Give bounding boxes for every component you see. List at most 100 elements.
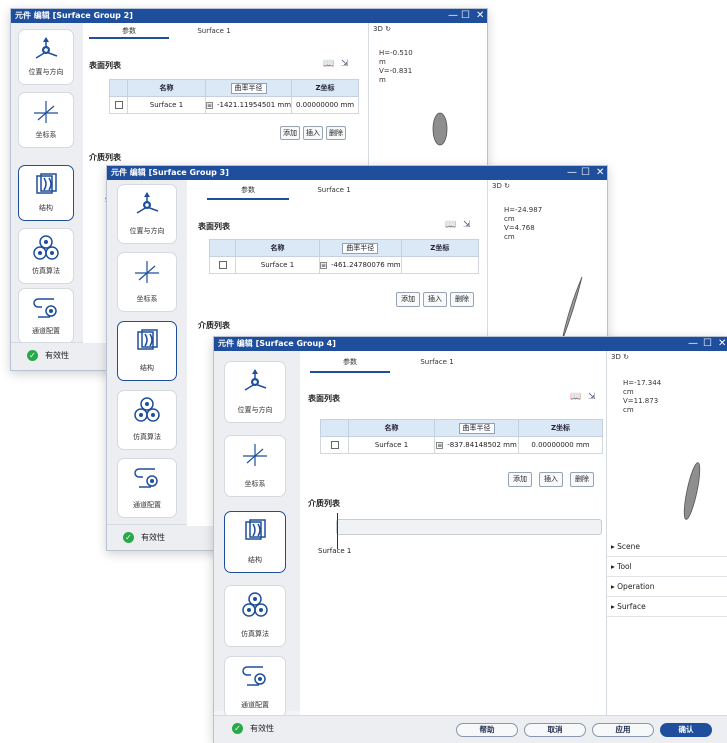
insert-button[interactable]: 插入 [303,126,323,140]
insert-button[interactable]: 插入 [423,292,447,307]
refresh-icon[interactable]: ↻ [623,353,629,361]
row-z[interactable]: 0.00000000 mm [291,96,359,114]
col-header-name: 名称 [348,419,435,437]
tab-params[interactable]: 参数 [207,180,289,200]
radius-column-dropdown[interactable]: 曲率半径 [342,242,379,254]
ok-button[interactable]: 确认 [660,723,712,737]
cancel-button[interactable]: 取消 [524,723,586,737]
row-z[interactable]: 0.00000000 mm [518,436,603,454]
tab-params[interactable]: 参数 [89,23,169,39]
row-radius-cell[interactable]: ≡ -461.24780076 mm [319,256,402,274]
window-titlebar[interactable]: 元件 编辑 [Surface Group 3] [107,166,607,180]
col-header-radius[interactable]: 曲率半径 [319,239,402,257]
radius-column-dropdown[interactable]: 曲率半径 [230,82,267,94]
sidebar-item-channel[interactable]: 通道配置 [117,458,177,518]
sidebar-item-structure[interactable]: 结构 [117,321,177,381]
tab-surface-1[interactable]: Surface 1 [289,180,379,200]
3d-coordinate-info: H=-17.344 cm V=11.873 cm [623,379,662,414]
sidebar-item-position[interactable]: 位置与方向 [224,361,286,423]
book-icon[interactable]: 📖 [323,59,334,69]
table-row[interactable]: Surface 1 ≡ -837.84148502 mm 0.00000000 m… [320,436,603,454]
table-row[interactable]: Surface 1 ≡ -1421.11954501 mm 0.00000000 … [109,96,359,114]
tab-surface-1[interactable]: Surface 1 [392,351,482,373]
row-radius[interactable]: -837.84148502 mm [447,441,517,449]
row-radius-cell[interactable]: ≡ -837.84148502 mm [434,436,519,454]
add-button[interactable]: 添加 [280,126,300,140]
delete-button[interactable]: 删除 [450,292,474,307]
medium-track[interactable] [336,519,602,535]
tab-params[interactable]: 参数 [310,351,390,373]
surface-list-heading: 表面列表 [198,222,230,231]
row-checkbox[interactable] [330,441,339,449]
minimize-button[interactable]: — [688,337,698,351]
sidebar-item-simulation[interactable]: 仿真算法 [18,228,74,284]
property-tool[interactable]: ▸ Tool [607,557,727,577]
book-icon[interactable]: 📖 [570,392,581,402]
sidebar-item-position[interactable]: 位置与方向 [18,29,74,85]
row-checkbox[interactable] [114,101,123,109]
close-button[interactable]: ✕ [718,337,726,351]
mode-icon[interactable]: ≡ [436,441,444,449]
window-titlebar[interactable]: 元件 编辑 [Surface Group 2] [11,9,487,23]
row-checkbox[interactable] [218,261,227,269]
add-button[interactable]: 添加 [396,292,420,307]
sidebar-item-simulation[interactable]: 仿真算法 [117,390,177,450]
table-row[interactable]: Surface 1 ≡ -461.24780076 mm [209,256,480,274]
row-radius-cell[interactable]: ≡ -1421.11954501 mm [204,96,293,114]
sidebar-item-coordinates[interactable]: 坐标系 [117,252,177,312]
expand-triangle-icon: ▸ [611,542,615,551]
insert-button[interactable]: 插入 [539,472,563,487]
sidebar-item-position[interactable]: 位置与方向 [117,184,177,244]
minimize-button[interactable]: — [567,166,577,180]
help-button[interactable]: 帮助 [456,723,518,737]
window-title: 元件 编辑 [Surface Group 4] [218,339,336,348]
tab-surface-1[interactable]: Surface 1 [169,23,259,39]
row-z[interactable] [400,256,480,274]
lens-shape [683,462,701,520]
sidebar-item-label: 坐标系 [35,131,57,139]
coordinate-system-icon [243,444,267,466]
minimize-button[interactable]: — [448,9,458,23]
table-header-row: 名称 曲率半径 Z坐标 [320,419,603,437]
sidebar-item-structure[interactable]: 结构 [18,165,74,221]
sidebar-item-simulation[interactable]: 仿真算法 [224,585,286,647]
sidebar-item-coordinates[interactable]: 坐标系 [18,92,74,148]
sidebar-item-coordinates[interactable]: 坐标系 [224,435,286,497]
delete-button[interactable]: 删除 [570,472,594,487]
refresh-icon[interactable]: ↻ [504,182,510,190]
sidebar: 位置与方向 坐标系 结构 仿真算法 通道配置 [107,180,187,526]
col-header-name: 名称 [127,79,206,97]
mode-icon[interactable]: ≡ [206,101,213,109]
close-button[interactable]: ✕ [596,166,604,180]
export-icon[interactable]: ⇲ [463,220,471,230]
apply-button[interactable]: 应用 [592,723,654,737]
col-header-radius[interactable]: 曲率半径 [434,419,519,437]
row-name[interactable]: Surface 1 [127,96,206,114]
maximize-button[interactable]: ☐ [581,166,590,180]
mode-icon[interactable]: ≡ [320,261,327,269]
delete-button[interactable]: 删除 [326,126,346,140]
add-button[interactable]: 添加 [508,472,532,487]
window-titlebar[interactable]: 元件 编辑 [Surface Group 4] [214,337,727,351]
maximize-button[interactable]: ☐ [703,337,712,351]
sidebar-item-channel[interactable]: 通道配置 [224,656,286,718]
sidebar-item-channel[interactable]: 通道配置 [18,288,74,344]
row-name[interactable]: Surface 1 [348,436,435,454]
book-icon[interactable]: 📖 [445,220,456,230]
col-header-name: 名称 [235,239,320,257]
row-name[interactable]: Surface 1 [235,256,320,274]
property-operation[interactable]: ▸ Operation [607,577,727,597]
row-radius[interactable]: -1421.11954501 mm [217,101,291,109]
property-scene[interactable]: ▸ Scene [607,537,727,557]
close-button[interactable]: ✕ [476,9,484,23]
export-icon[interactable]: ⇲ [588,392,596,402]
sidebar-item-structure[interactable]: 结构 [224,511,286,573]
col-header-radius[interactable]: 曲率半径 [204,79,293,97]
export-icon[interactable]: ⇲ [341,59,349,69]
property-surface[interactable]: ▸ Surface [607,597,727,617]
3d-view[interactable]: 3D ↻ H=-17.344 cm V=11.873 cm ▸ Scene ▸ … [606,351,727,715]
maximize-button[interactable]: ☐ [461,9,470,23]
row-radius[interactable]: -461.24780076 mm [331,261,401,269]
radius-column-dropdown[interactable]: 曲率半径 [458,422,495,434]
refresh-icon[interactable]: ↻ [385,25,391,33]
